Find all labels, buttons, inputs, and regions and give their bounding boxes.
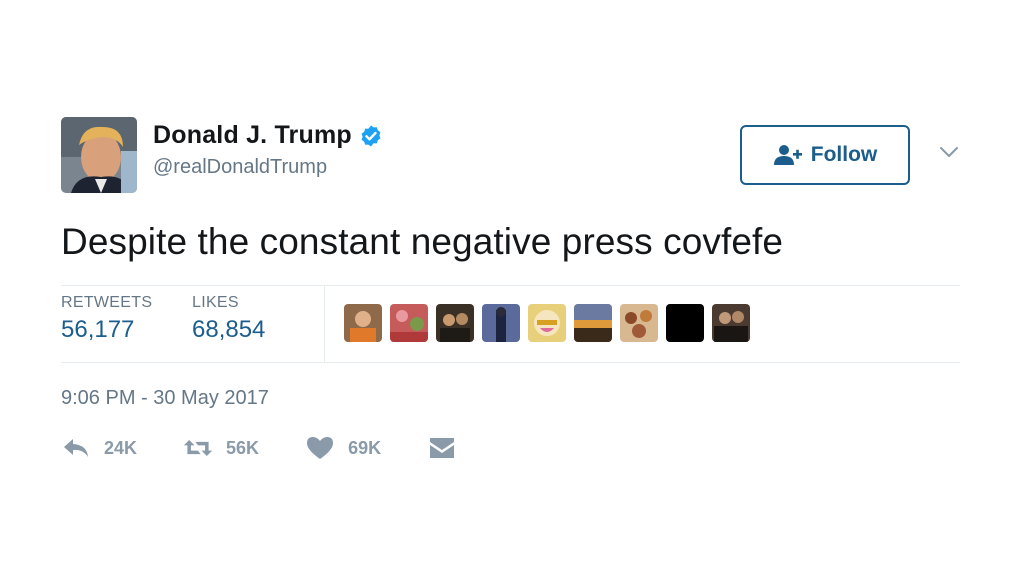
liker-avatar[interactable] <box>390 304 428 342</box>
follow-button[interactable]: Follow <box>740 125 910 185</box>
add-user-icon <box>773 145 802 165</box>
like-button[interactable]: 69K <box>305 435 381 461</box>
liker-avatars <box>344 304 758 342</box>
tweet-header: Donald J. Trump @realDonaldTrump Follow <box>61 115 961 195</box>
reply-icon <box>64 439 88 457</box>
retweets-count: 56,177 <box>61 316 135 343</box>
chevron-down-icon[interactable] <box>936 139 962 165</box>
retweets-label: RETWEETS <box>61 294 153 311</box>
tweet-text: Despite the constant negative press covf… <box>61 221 784 262</box>
heart-icon <box>307 437 334 459</box>
like-count: 69K <box>348 437 382 458</box>
retweets-stat[interactable]: RETWEETS 56,177 <box>61 294 152 344</box>
liker-avatar[interactable] <box>344 304 382 342</box>
tweet-timestamp[interactable]: 9:06 PM - 30 May 2017 <box>61 387 269 410</box>
envelope-icon <box>430 438 455 458</box>
tweet-actions: 24K 56K 69K <box>61 435 503 461</box>
reply-button[interactable]: 24K <box>61 435 137 461</box>
direct-message-button[interactable] <box>427 435 457 461</box>
liker-avatar[interactable] <box>528 304 566 342</box>
liker-avatar[interactable] <box>620 304 658 342</box>
name-row: Donald J. Trump <box>153 121 383 150</box>
liker-avatar[interactable] <box>436 304 474 342</box>
tweet-stats: RETWEETS 56,177 LIKES 68,854 <box>61 285 960 363</box>
user-identity: Donald J. Trump @realDonaldTrump <box>153 121 383 179</box>
retweet-button[interactable]: 56K <box>183 435 259 461</box>
profile-avatar[interactable] <box>61 117 137 193</box>
follow-button-label: Follow <box>810 143 878 166</box>
likes-stat[interactable]: LIKES 68,854 <box>192 294 265 344</box>
retweet-count: 56K <box>226 437 260 458</box>
display-name[interactable]: Donald J. Trump <box>153 121 352 150</box>
reply-count: 24K <box>104 437 138 458</box>
likes-label: LIKES <box>192 294 239 311</box>
liker-avatar[interactable] <box>712 304 750 342</box>
likes-count: 68,854 <box>192 316 266 343</box>
liker-avatar[interactable] <box>666 304 704 342</box>
user-handle[interactable]: @realDonaldTrump <box>153 156 383 179</box>
verified-badge-icon <box>361 125 381 146</box>
tweet-card: Donald J. Trump @realDonaldTrump Follow … <box>61 115 961 459</box>
liker-avatar[interactable] <box>574 304 612 342</box>
stats-divider <box>324 286 325 362</box>
retweet-icon <box>183 440 213 456</box>
liker-avatar[interactable] <box>482 304 520 342</box>
